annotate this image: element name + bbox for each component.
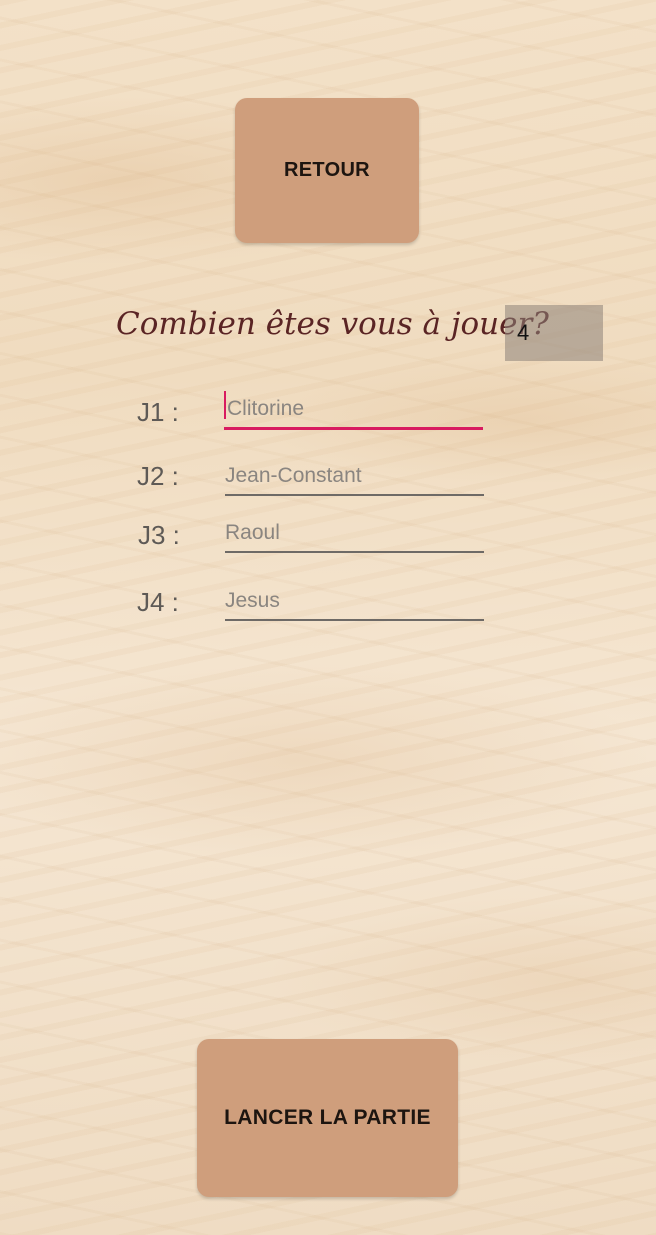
player-3-label: J3 : <box>138 520 180 550</box>
player-1-name-field[interactable]: Clitorine <box>224 391 483 430</box>
player-4-label: J4 : <box>137 587 179 617</box>
player-4-name-field[interactable]: Jesus <box>225 585 484 621</box>
player-3-placeholder: Raoul <box>225 521 280 544</box>
player-count-value: 4 <box>517 320 530 345</box>
player-1-label: J1 : <box>137 397 179 427</box>
player-2-label: J2 : <box>137 461 179 491</box>
player-count-input[interactable]: 4 <box>505 305 603 361</box>
start-game-button[interactable]: LANCER LA PARTIE <box>197 1039 458 1197</box>
start-game-button-label: LANCER LA PARTIE <box>224 1106 431 1129</box>
back-button-label: RETOUR <box>284 159 370 181</box>
player-2-name-field[interactable]: Jean-Constant <box>225 460 484 496</box>
player-3-name-field[interactable]: Raoul <box>225 517 484 553</box>
back-button[interactable]: RETOUR <box>235 98 419 243</box>
player-2-placeholder: Jean-Constant <box>225 464 362 487</box>
player-count-question: Combien êtes vous à jouer? <box>116 306 549 342</box>
player-1-placeholder: Clitorine <box>227 397 305 420</box>
player-4-placeholder: Jesus <box>225 589 280 612</box>
text-cursor <box>224 391 226 419</box>
